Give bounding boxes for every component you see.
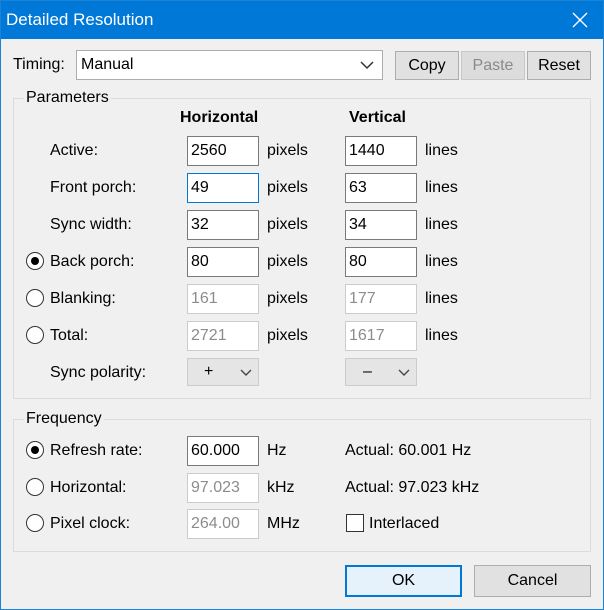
frequency-group-title: Frequency (24, 410, 104, 428)
sync-polarity-v-value: – (363, 363, 372, 380)
total-v-input[interactable]: 1617 (345, 321, 417, 351)
timing-label: Timing: (13, 56, 65, 73)
unit-pixels: pixels (267, 327, 308, 344)
close-button[interactable] (557, 1, 603, 39)
unit-lines: lines (425, 179, 458, 196)
sync-polarity-v-select[interactable]: – (345, 358, 417, 386)
horizontal-freq-input[interactable]: 97.023 (187, 473, 259, 503)
total-label[interactable]: Total: (50, 327, 88, 345)
horizontal-freq-radio[interactable] (26, 478, 44, 496)
window-title: Detailed Resolution (6, 10, 154, 29)
close-icon (572, 12, 588, 28)
vertical-header: Vertical (349, 109, 406, 126)
unit-lines: lines (425, 327, 458, 344)
copy-button[interactable]: Copy (395, 51, 459, 80)
front-porch-v-input[interactable]: 63 (345, 173, 417, 203)
unit-pixels: pixels (267, 216, 308, 233)
blanking-radio[interactable] (26, 289, 44, 307)
mhz-unit: MHz (267, 515, 300, 532)
blanking-label[interactable]: Blanking: (50, 290, 116, 308)
sync-width-v-input[interactable]: 34 (345, 210, 417, 240)
back-porch-h-input[interactable]: 80 (187, 247, 259, 277)
sync-polarity-label: Sync polarity: (50, 364, 147, 381)
unit-pixels: pixels (267, 290, 308, 307)
refresh-rate-input[interactable]: 60.000 (187, 436, 259, 466)
blanking-h-input[interactable]: 161 (187, 284, 259, 314)
pixel-clock-label[interactable]: Pixel clock: (50, 515, 130, 533)
front-porch-label: Front porch: (50, 179, 137, 196)
back-porch-label[interactable]: Back porch: (50, 253, 134, 271)
unit-lines: lines (425, 253, 458, 270)
total-radio[interactable] (26, 326, 44, 344)
reset-button[interactable]: Reset (527, 51, 591, 80)
total-h-input[interactable]: 2721 (187, 321, 259, 351)
horizontal-actual: Actual: 97.023 kHz (345, 479, 480, 496)
paste-button[interactable]: Paste (461, 51, 525, 80)
back-porch-v-input[interactable]: 80 (345, 247, 417, 277)
blanking-v-input[interactable]: 177 (345, 284, 417, 314)
refresh-rate-radio[interactable] (26, 441, 44, 459)
dialog-window: Detailed Resolution Timing: Manual Copy … (0, 0, 604, 610)
active-h-input[interactable]: 2560 (187, 136, 259, 166)
interlaced-label[interactable]: Interlaced (369, 515, 439, 533)
unit-pixels: pixels (267, 179, 308, 196)
front-porch-h-input[interactable]: 49 (187, 173, 259, 203)
khz-unit: kHz (267, 479, 295, 496)
sync-width-h-input[interactable]: 32 (187, 210, 259, 240)
parameters-group-title: Parameters (24, 89, 111, 107)
refresh-actual: Actual: 60.001 Hz (345, 442, 472, 459)
cancel-button[interactable]: Cancel (474, 565, 591, 597)
pixel-clock-radio[interactable] (26, 514, 44, 532)
hz-unit: Hz (267, 442, 287, 459)
unit-lines: lines (425, 290, 458, 307)
unit-pixels: pixels (267, 142, 308, 159)
unit-pixels: pixels (267, 253, 308, 270)
unit-lines: lines (425, 216, 458, 233)
ok-button[interactable]: OK (345, 565, 462, 597)
horizontal-freq-label[interactable]: Horizontal: (50, 479, 126, 497)
sync-width-label: Sync width: (50, 216, 132, 233)
sync-polarity-h-value: + (204, 363, 214, 380)
chevron-down-icon (398, 369, 410, 376)
chevron-down-icon (240, 369, 252, 376)
unit-lines: lines (425, 142, 458, 159)
refresh-rate-label[interactable]: Refresh rate: (50, 442, 142, 460)
sync-polarity-h-select[interactable]: + (187, 358, 259, 386)
active-v-input[interactable]: 1440 (345, 136, 417, 166)
horizontal-header: Horizontal (180, 109, 259, 126)
active-label: Active: (50, 142, 99, 159)
pixel-clock-input[interactable]: 264.00 (187, 509, 259, 539)
title-bar: Detailed Resolution (1, 1, 603, 39)
back-porch-radio[interactable] (26, 252, 44, 270)
timing-select[interactable]: Manual (76, 50, 383, 80)
timing-value: Manual (81, 56, 134, 73)
chevron-down-icon (360, 61, 374, 70)
interlaced-checkbox[interactable] (346, 514, 364, 532)
